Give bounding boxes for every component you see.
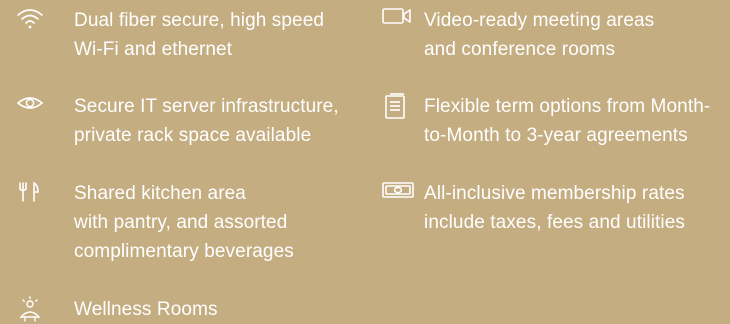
feature-it-line-2: private rack space available	[74, 125, 312, 146]
feature-kitchen-line-3: complimentary beverages	[74, 241, 294, 262]
feature-membership-line-1: All-inclusive membership rates	[424, 183, 685, 204]
document-icon	[382, 92, 416, 120]
feature-video-line-1: Video-ready meeting areas	[424, 10, 655, 31]
feature-wifi-line-2: Wi-Fi and ethernet	[74, 39, 233, 60]
wifi-icon	[16, 6, 50, 34]
feature-term-line-1: Flexible term options from Month-	[424, 96, 711, 117]
feature-it-line-1: Secure IT server infrastructure,	[74, 96, 339, 117]
cash-icon	[382, 179, 416, 207]
eye-icon	[16, 92, 50, 120]
feature-membership-line-2: include taxes, fees and utilities	[424, 212, 686, 233]
feature-term-line-2: to-Month to 3-year agreements	[424, 125, 688, 146]
feature-wifi-line-1: Dual fiber secure, high speed	[74, 10, 325, 31]
wellness-icon	[16, 295, 50, 323]
fork-knife-icon	[16, 179, 50, 207]
video-camera-icon	[382, 6, 416, 34]
feature-wellness-line-1: Wellness Rooms	[74, 299, 218, 320]
feature-kitchen-line-2: with pantry, and assorted	[74, 212, 288, 233]
feature-kitchen-line-1: Shared kitchen area	[74, 183, 246, 204]
feature-video-line-2: and conference rooms	[424, 39, 616, 60]
